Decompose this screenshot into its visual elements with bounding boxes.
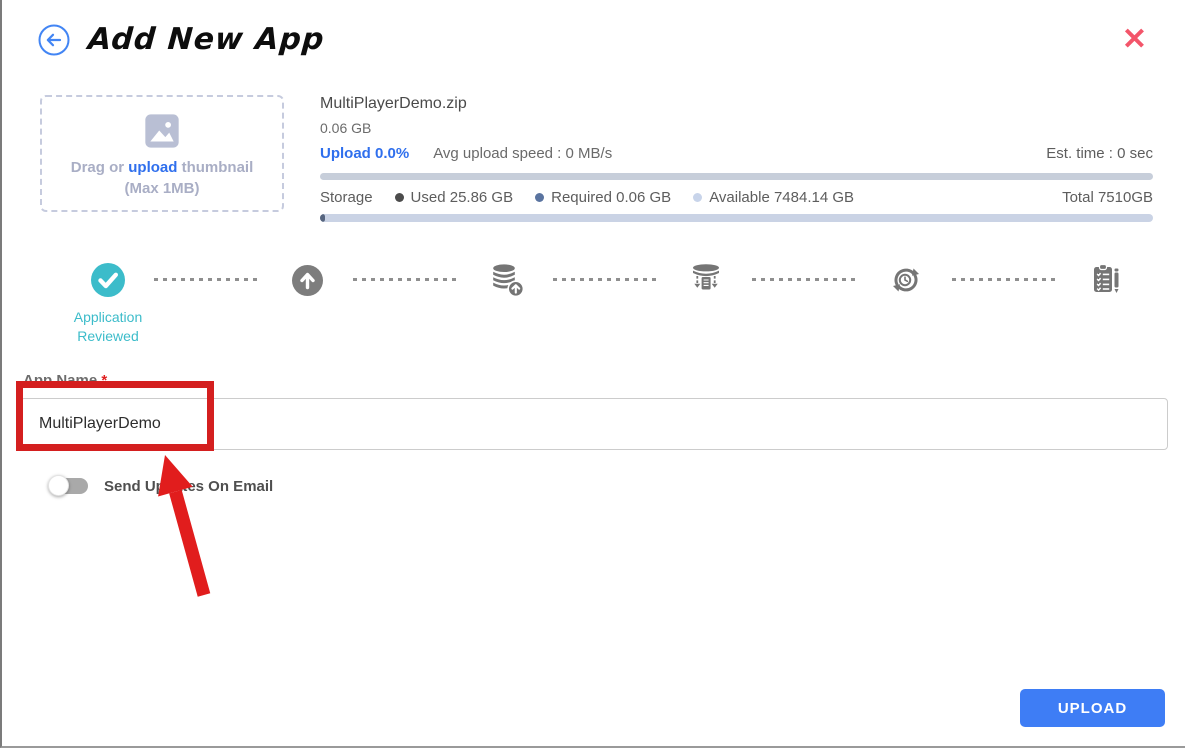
email-updates-toggle[interactable] (50, 478, 88, 494)
upload-arrow-circle-icon (289, 262, 325, 298)
email-updates-label: Send Updates On Email (104, 478, 273, 495)
file-info: MultiPlayerDemo.zip 0.06 GB Upload 0.0% … (320, 95, 1153, 222)
database-extract-icon (688, 262, 724, 298)
thumbnail-dropzone[interactable]: Drag or upload thumbnail (Max 1MB) (40, 95, 284, 212)
step-upload (261, 262, 353, 298)
estimated-time: Est. time : 0 sec (1046, 145, 1153, 162)
available-bullet-icon (693, 193, 702, 202)
used-bullet-icon (395, 193, 404, 202)
app-name-label: App Name * (20, 372, 1168, 389)
image-icon (142, 111, 182, 155)
storage-progress-bar (320, 214, 1153, 222)
step-connector (952, 278, 1059, 281)
step-connector (553, 278, 660, 281)
upload-button[interactable]: UPLOAD (1020, 689, 1165, 727)
storage-available: Available 7484.14 GB (693, 189, 854, 206)
step-connector (353, 278, 460, 281)
storage-total: Total 7510GB (1062, 189, 1153, 206)
close-button[interactable]: ✕ (1114, 23, 1155, 57)
storage-legend: Storage Used 25.86 GB Required 0.06 GB A… (320, 189, 1153, 206)
add-new-app-dialog: Add New App ✕ Drag or upload thumbnail (… (0, 0, 1185, 748)
toggle-knob (48, 475, 69, 496)
arrow-left-icon (38, 44, 70, 59)
storage-used: Used 25.86 GB (395, 189, 514, 206)
file-name: MultiPlayerDemo.zip (320, 95, 1153, 113)
email-updates-row: Send Updates On Email (50, 478, 1168, 495)
step-connector (752, 278, 859, 281)
database-upload-icon (489, 262, 525, 298)
file-size: 0.06 GB (320, 120, 1153, 136)
required-bullet-icon (535, 193, 544, 202)
back-button[interactable] (38, 24, 70, 56)
step-label: Application Reviewed (62, 308, 154, 346)
step-database-upload (461, 262, 553, 298)
upload-percent: Upload 0.0% (320, 145, 409, 162)
close-icon: ✕ (1122, 23, 1147, 56)
storage-label: Storage (320, 189, 373, 206)
step-database-extract (660, 262, 752, 298)
page-title: Add New App (87, 22, 326, 57)
sync-clock-icon (888, 262, 924, 298)
dialog-header: Add New App ✕ (2, 0, 1185, 57)
required-asterisk: * (101, 372, 107, 389)
upload-section: Drag or upload thumbnail (Max 1MB) Multi… (40, 95, 1153, 222)
upload-progress-bar (320, 173, 1153, 180)
upload-thumbnail-link[interactable]: upload (128, 159, 177, 176)
upload-stats-row: Upload 0.0% Avg upload speed : 0 MB/s Es… (320, 145, 1153, 162)
app-form: App Name * Send Updates On Email (20, 372, 1168, 495)
step-connector (154, 278, 261, 281)
step-sync (860, 262, 952, 298)
storage-required: Required 0.06 GB (535, 189, 671, 206)
app-name-input[interactable] (20, 398, 1168, 450)
step-application-reviewed: Application Reviewed (62, 262, 154, 346)
avg-upload-speed: Avg upload speed : 0 MB/s (433, 145, 612, 162)
checklist-pencil-icon (1087, 262, 1123, 298)
check-circle-icon (90, 262, 126, 298)
upload-stepper: Application Reviewed (62, 262, 1151, 346)
thumbnail-instruction: Drag or upload thumbnail (71, 159, 254, 176)
storage-used-fill (320, 214, 325, 222)
step-review-checklist (1059, 262, 1151, 298)
thumbnail-size-limit: (Max 1MB) (124, 180, 199, 197)
